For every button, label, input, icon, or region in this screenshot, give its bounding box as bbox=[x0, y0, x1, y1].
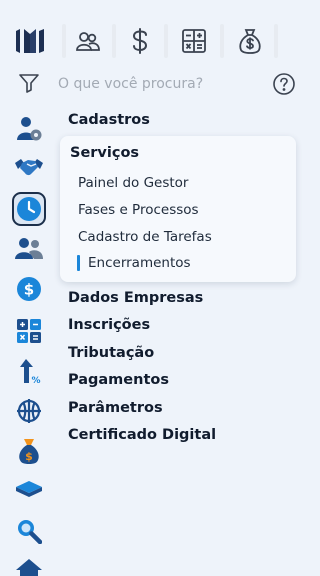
money-bag-icon: $ bbox=[19, 439, 39, 464]
sidebar-item-parcerias[interactable] bbox=[14, 152, 44, 182]
sidebar-item-financeiro[interactable]: $ bbox=[14, 274, 44, 304]
money-bag-icon bbox=[239, 29, 261, 54]
submenu-item-fases-processos[interactable]: Fases e Processos bbox=[78, 202, 199, 218]
tax-arrow-icon: % bbox=[20, 359, 41, 385]
submenu-item-painel-gestor[interactable]: Painel do Gestor bbox=[78, 175, 189, 191]
dollar-icon bbox=[132, 28, 148, 54]
home-icon bbox=[16, 559, 42, 576]
tab-separator bbox=[164, 24, 168, 58]
tab-people[interactable] bbox=[68, 22, 108, 60]
sidebar-item-pagamentos[interactable]: $ bbox=[14, 436, 44, 466]
magnifier-icon bbox=[18, 520, 42, 544]
sidebar-item-cadastros[interactable] bbox=[14, 114, 44, 144]
sidebar-item-consultas[interactable] bbox=[14, 516, 44, 546]
user-settings-icon bbox=[17, 117, 42, 141]
filter-icon[interactable] bbox=[18, 73, 40, 93]
tab-financeiro[interactable] bbox=[120, 22, 160, 60]
sidebar-item-calculos[interactable] bbox=[14, 316, 44, 346]
handshake-icon bbox=[15, 159, 43, 176]
menu-item-cadastros[interactable]: Cadastros bbox=[68, 112, 150, 128]
tab-money[interactable] bbox=[230, 22, 270, 60]
menu-item-inscricoes[interactable]: Inscrições bbox=[68, 317, 150, 333]
sidebar-item-inicio[interactable] bbox=[14, 554, 44, 576]
tab-separator bbox=[112, 24, 116, 58]
tab-separator bbox=[62, 24, 66, 58]
people-icon bbox=[76, 32, 100, 51]
submenu-servicos: Serviços Painel do Gestor Fases e Proces… bbox=[60, 136, 296, 282]
sidebar-item-camadas[interactable] bbox=[14, 476, 44, 506]
tab-separator bbox=[274, 24, 278, 58]
submenu-title[interactable]: Serviços bbox=[70, 145, 139, 161]
submenu-item-encerramentos[interactable]: Encerramentos bbox=[88, 255, 191, 271]
menu-item-pagamentos[interactable]: Pagamentos bbox=[68, 372, 169, 388]
active-indicator bbox=[77, 255, 80, 271]
menu-item-certificado-digital[interactable]: Certificado Digital bbox=[68, 427, 216, 443]
help-icon[interactable] bbox=[272, 72, 296, 96]
svg-text:%: % bbox=[31, 376, 40, 385]
users-icon bbox=[15, 238, 43, 259]
tab-calculator[interactable] bbox=[174, 22, 214, 60]
dollar-circle-icon: $ bbox=[17, 277, 41, 301]
network-icon bbox=[17, 399, 41, 423]
sidebar-item-empresas[interactable] bbox=[14, 234, 44, 264]
menu-item-parametros[interactable]: Parâmetros bbox=[68, 400, 163, 416]
sidebar-item-tributacao[interactable]: % bbox=[14, 356, 44, 386]
calculator-icon bbox=[17, 319, 41, 343]
search-input[interactable] bbox=[58, 70, 258, 98]
sidebar-item-servicos[interactable] bbox=[12, 192, 46, 226]
menu-item-dados-empresas[interactable]: Dados Empresas bbox=[68, 290, 203, 306]
tab-separator bbox=[220, 24, 224, 58]
sidebar-item-integracoes[interactable] bbox=[14, 396, 44, 426]
clock-icon bbox=[17, 197, 41, 221]
app-logo[interactable] bbox=[14, 26, 46, 56]
layers-icon bbox=[16, 481, 42, 497]
menu-item-tributacao[interactable]: Tributação bbox=[68, 345, 154, 361]
svg-text:$: $ bbox=[24, 281, 34, 299]
submenu-item-cadastro-tarefas[interactable]: Cadastro de Tarefas bbox=[78, 229, 212, 245]
calculator-icon bbox=[182, 29, 206, 53]
svg-text:$: $ bbox=[25, 450, 33, 463]
